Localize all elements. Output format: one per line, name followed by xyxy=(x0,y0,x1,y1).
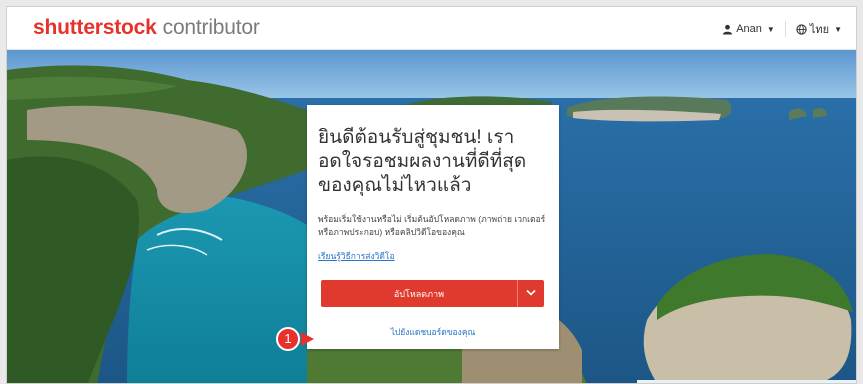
go-to-dashboard-link[interactable]: ไปยังแดชบอร์ดของคุณ xyxy=(307,325,559,339)
header-nav: Anan ▼ ไทย ▼ xyxy=(722,20,842,38)
globe-icon xyxy=(796,23,807,35)
hero-background-image: ยินดีต้อนรับสู่ชุมชน! เราอดใจรอชมผลงานที… xyxy=(7,50,856,383)
language-selector[interactable]: ไทย ▼ xyxy=(796,20,842,38)
browser-frame: shutterstock contributor Anan ▼ ไทย ▼ ยิ… xyxy=(6,6,857,384)
user-name: Anan xyxy=(736,23,762,35)
nav-divider xyxy=(784,21,786,37)
chevron-down-icon: ▼ xyxy=(834,24,842,34)
welcome-description: พร้อมเริ่มใช้งานหรือไม่ เริ่มต้นอัปโหลดภ… xyxy=(318,214,546,237)
user-icon xyxy=(723,24,733,35)
upload-options-dropdown[interactable] xyxy=(518,288,544,299)
upload-image-label: อัปโหลดภาพ xyxy=(393,288,445,299)
chevron-down-icon xyxy=(526,289,536,296)
language-label: ไทย xyxy=(809,24,830,36)
welcome-headline: ยินดีต้อนรับสู่ชุมชน! เราอดใจรอชมผลงานที… xyxy=(318,127,527,196)
step-pointer-arrow xyxy=(301,332,314,346)
learn-video-link[interactable]: เรียนรู้วิธีการส่งวิดีโอ xyxy=(318,249,395,263)
welcome-card: ยินดีต้อนรับสู่ชุมชน! เราอดใจรอชมผลงานที… xyxy=(307,105,559,349)
user-menu[interactable]: Anan ▼ xyxy=(722,23,775,35)
brand-name: shutterstock xyxy=(33,16,157,39)
product-name: contributor xyxy=(162,16,260,39)
chevron-down-icon: ▼ xyxy=(766,24,775,34)
top-navigation-bar: shutterstock contributor Anan ▼ ไทย ▼ xyxy=(7,7,856,50)
upload-image-button[interactable]: อัปโหลดภาพ xyxy=(321,280,544,307)
step-number-badge: 1 xyxy=(276,327,300,351)
shutterstock-contributor-logo[interactable]: shutterstock contributor xyxy=(33,16,260,40)
